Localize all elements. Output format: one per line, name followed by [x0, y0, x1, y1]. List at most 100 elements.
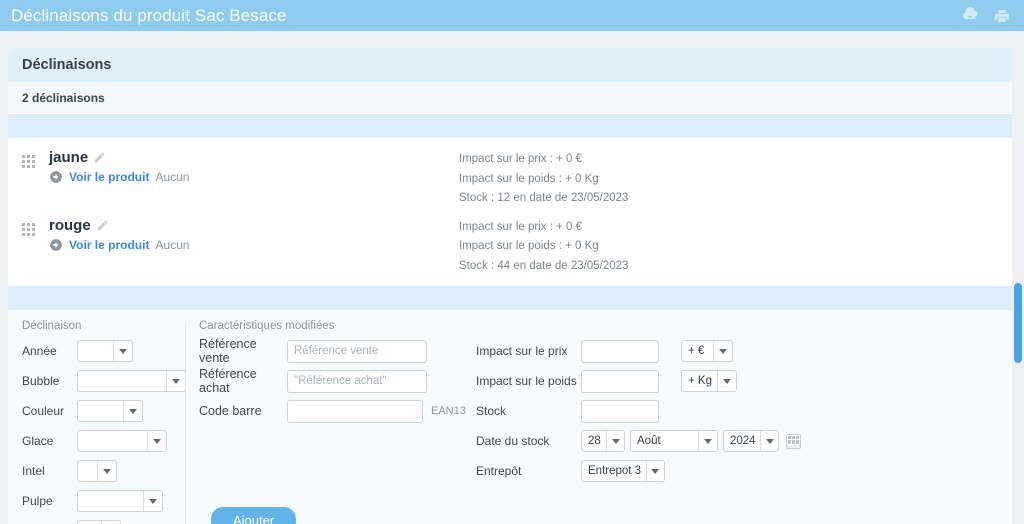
- field-impact-poids: Impact sur le poids + Kg: [476, 368, 1016, 394]
- select-bubble[interactable]: [77, 370, 186, 392]
- chevron-down-icon[interactable]: [606, 431, 624, 451]
- label-impact-poids: Impact sur le poids: [476, 374, 577, 388]
- chevron-down-icon[interactable]: [123, 401, 142, 421]
- label-glace: Glace: [22, 434, 54, 448]
- row-weight-impact: Impact sur le poids : + 0 Kg: [459, 240, 599, 252]
- arrow-circle-right-icon[interactable]: [49, 238, 63, 252]
- label-annee: Année: [22, 344, 57, 358]
- label-intel: Intel: [22, 464, 45, 478]
- chevron-down-icon[interactable]: [143, 491, 162, 511]
- impact-poids-input[interactable]: [581, 369, 659, 393]
- chevron-down-icon[interactable]: [97, 461, 116, 481]
- card-header: Déclinaisons: [8, 48, 1016, 82]
- select-date-month[interactable]: Août: [630, 430, 718, 452]
- declinaison-list: jaune Voir le produit Aucun Impact sur l…: [8, 138, 1016, 286]
- chevron-down-icon[interactable]: [717, 371, 736, 391]
- label-code-barre: Code barre: [199, 404, 262, 418]
- label-reference-achat: Référence achat: [199, 367, 257, 395]
- row-link-line: Voir le produit Aucun: [49, 170, 459, 184]
- field-pulpe: Pulpe: [22, 488, 186, 514]
- chevron-down-icon[interactable]: [645, 461, 664, 481]
- field-glace: Glace: [22, 428, 186, 454]
- row-stock: Stock : 12 en date de 23/05/2023: [459, 192, 629, 204]
- separator-band-top: [8, 114, 1016, 138]
- row-meta: Impact sur le prix : + 0 € Impact sur le…: [459, 149, 628, 209]
- card-subheader: 2 déclinaisons: [8, 82, 1016, 114]
- drag-handle-icon[interactable]: [22, 222, 37, 236]
- edit-pencil-icon[interactable]: [93, 151, 106, 164]
- declinaison-column: Déclinaison Année Bubble Couleur Glace I…: [8, 320, 186, 524]
- scrollbar-thumb[interactable]: [1014, 283, 1022, 363]
- field-entrepot: Entrepôt Entrepot 3: [476, 458, 1016, 484]
- select-taille[interactable]: [77, 520, 121, 524]
- select-date-year[interactable]: 2024: [723, 430, 779, 452]
- reference-achat-input[interactable]: [287, 369, 427, 393]
- print-icon[interactable]: [993, 7, 1011, 25]
- chevron-down-icon[interactable]: [713, 341, 732, 361]
- view-product-link[interactable]: Voir le produit: [69, 238, 149, 252]
- declinaison-name: rouge: [49, 216, 91, 234]
- separator-band-bottom: [8, 286, 1016, 310]
- declinaison-column-title: Déclinaison: [22, 320, 82, 332]
- caracteristiques-column-title: Caractéristiques modifiées: [199, 320, 335, 332]
- row-link-line: Voir le produit Aucun: [49, 238, 459, 252]
- select-entrepot[interactable]: Entrepot 3: [581, 460, 665, 482]
- chevron-down-icon[interactable]: [166, 371, 185, 391]
- code-barre-input[interactable]: [287, 399, 423, 423]
- label-date-stock: Date du stock: [476, 434, 550, 448]
- label-stock: Stock: [476, 404, 507, 418]
- select-date-day[interactable]: 28: [581, 430, 625, 452]
- field-taille: Taille: [22, 518, 186, 524]
- table-row[interactable]: jaune Voir le produit Aucun Impact sur l…: [8, 145, 1016, 213]
- row-price-impact: Impact sur le prix : + 0 €: [459, 220, 583, 233]
- chevron-down-icon[interactable]: [698, 431, 717, 451]
- page-title: Déclinaisons du produit Sac Besace: [11, 5, 287, 25]
- field-code-barre: Code barre EAN13: [199, 398, 466, 424]
- drag-handle-icon[interactable]: [22, 155, 37, 168]
- add-button[interactable]: Ajouter: [211, 507, 297, 524]
- calendar-icon[interactable]: [786, 433, 801, 449]
- select-impact-poids-unit[interactable]: + Kg: [681, 370, 737, 392]
- window-title-bar: Déclinaisons du produit Sac Besace: [0, 0, 1024, 31]
- select-impact-prix-unit[interactable]: + €: [681, 340, 733, 362]
- arrow-circle-right-icon[interactable]: [49, 170, 63, 184]
- select-entrepot-value: Entrepot 3: [588, 465, 642, 477]
- chevron-down-icon[interactable]: [147, 431, 166, 451]
- field-impact-prix: Impact sur le prix + €: [476, 338, 1016, 364]
- chevron-down-icon[interactable]: [760, 431, 778, 451]
- edit-pencil-icon[interactable]: [96, 219, 109, 232]
- label-entrepot: Entrepôt: [476, 464, 522, 478]
- view-product-link[interactable]: Voir le produit: [69, 170, 149, 184]
- field-stock: Stock: [476, 398, 1016, 424]
- field-intel: Intel: [22, 458, 186, 484]
- row-price-impact: Impact sur le prix : + 0 €: [459, 153, 583, 165]
- select-date-year-value: 2024: [730, 435, 756, 447]
- label-reference-vente: Référence vente: [199, 337, 257, 365]
- select-intel[interactable]: [77, 460, 117, 482]
- scrollbar-track[interactable]: [1012, 31, 1024, 524]
- select-annee[interactable]: [77, 340, 133, 362]
- cloud-download-icon[interactable]: [961, 6, 979, 25]
- table-row[interactable]: rouge Voir le produit Aucun Impact sur l…: [8, 213, 1016, 281]
- label-pulpe: Pulpe: [22, 494, 53, 508]
- stock-input[interactable]: [581, 399, 659, 423]
- row-main: rouge Voir le produit Aucun: [49, 217, 459, 252]
- declinaisons-card: Déclinaisons 2 déclinaisons jaune Voir l…: [8, 48, 1016, 524]
- chevron-down-icon[interactable]: [113, 341, 132, 361]
- select-glace[interactable]: [77, 430, 167, 452]
- field-reference-achat: Référence achat: [199, 367, 458, 395]
- reference-vente-input[interactable]: [287, 339, 427, 363]
- card-heading: Déclinaisons: [22, 57, 112, 73]
- impact-prix-input[interactable]: [581, 339, 659, 363]
- row-stock: Stock : 44 en date de 23/05/2023: [459, 259, 629, 272]
- field-date-stock: Date du stock 28 Août 2024: [476, 428, 1016, 454]
- row-none-label: Aucun: [155, 170, 190, 184]
- add-declinaison-form: Déclinaison Année Bubble Couleur Glace I…: [8, 310, 1016, 524]
- select-impact-poids-unit-value: + Kg: [688, 375, 712, 387]
- select-couleur[interactable]: [77, 400, 143, 422]
- select-pulpe[interactable]: [77, 490, 163, 512]
- row-name-line: rouge: [49, 217, 459, 234]
- row-none-label: Aucun: [155, 237, 190, 252]
- field-annee: Année: [22, 338, 186, 364]
- label-couleur: Couleur: [22, 404, 65, 418]
